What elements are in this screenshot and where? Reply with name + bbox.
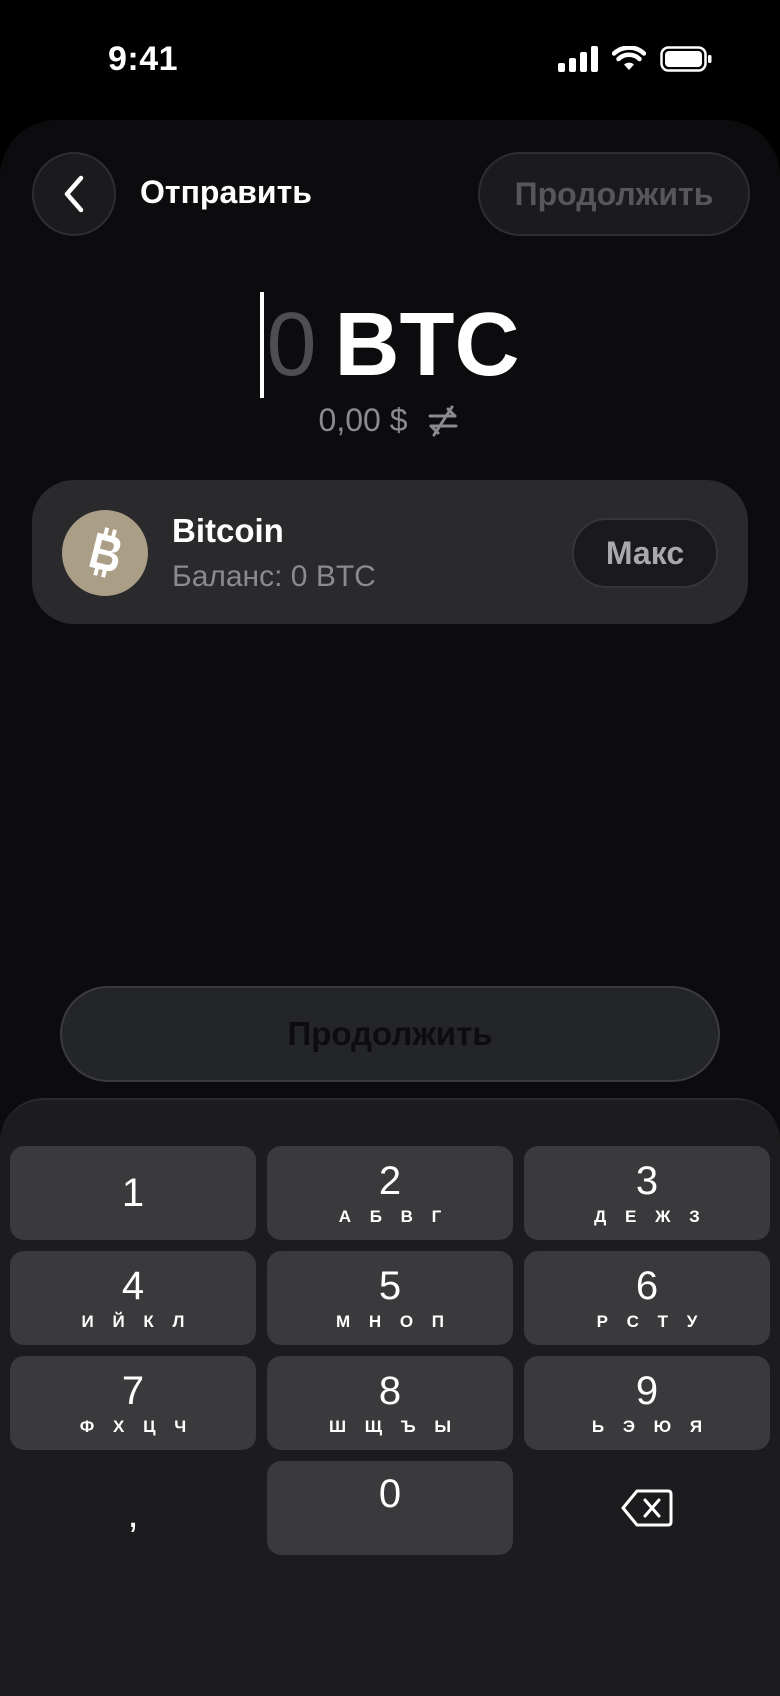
header-continue-button[interactable]: Продолжить — [478, 152, 750, 236]
key-letters: Д Е Ж З — [594, 1207, 707, 1226]
key-digit: 3 — [635, 1159, 659, 1203]
key-2[interactable]: 2 А Б В Г — [267, 1146, 513, 1240]
key-letters: Ш Щ Ъ Ы — [328, 1417, 458, 1436]
key-digit: 1 — [121, 1171, 145, 1215]
key-8[interactable]: 8 Ш Щ Ъ Ы — [267, 1356, 513, 1450]
key-letters: Ь Э Ю Я — [591, 1417, 710, 1436]
fiat-row: 0,00 $ — [0, 402, 780, 439]
page-title: Отправить — [140, 174, 312, 210]
backspace-icon — [621, 1489, 673, 1527]
key-5[interactable]: 5 М Н О П — [267, 1251, 513, 1345]
cellular-signal-icon — [558, 46, 598, 72]
key-digit: 5 — [378, 1264, 402, 1308]
key-6[interactable]: 6 Р С Т У — [524, 1251, 770, 1345]
key-letters: Р С Т У — [596, 1312, 705, 1331]
key-letters: Ф Х Ц Ч — [79, 1417, 194, 1436]
status-time: 9:41 — [108, 40, 179, 78]
key-letters: И Й К Л — [81, 1312, 192, 1331]
key-digit: 8 — [378, 1369, 402, 1413]
amount-unit: BTC — [334, 294, 520, 395]
asset-name: Bitcoin — [172, 512, 284, 549]
swap-currency-icon[interactable] — [425, 404, 461, 438]
max-button[interactable]: Макс — [572, 518, 718, 588]
key-digit: 6 — [635, 1264, 659, 1308]
key-digit: 2 — [378, 1159, 402, 1203]
back-button[interactable] — [32, 152, 116, 236]
asset-balance: Баланс: 0 BTC — [172, 560, 376, 593]
chevron-left-icon — [64, 175, 84, 213]
key-digit: 0 — [378, 1472, 402, 1516]
key-letters: М Н О П — [335, 1312, 452, 1331]
key-4[interactable]: 4 И Й К Л — [10, 1251, 256, 1345]
key-9[interactable]: 9 Ь Э Ю Я — [524, 1356, 770, 1450]
amount-value: 0 — [266, 294, 317, 395]
status-bar: 9:41 — [0, 0, 780, 120]
continue-button[interactable]: Продолжить — [60, 986, 720, 1082]
key-0[interactable]: 0 — [267, 1461, 513, 1555]
text-cursor — [260, 292, 265, 398]
fiat-value: 0,00 $ — [318, 402, 408, 438]
key-1[interactable]: 1 — [10, 1146, 256, 1240]
bitcoin-icon — [62, 510, 148, 596]
asset-card[interactable]: Bitcoin Баланс: 0 BTC Макс — [32, 480, 748, 624]
key-comma[interactable]: , — [10, 1461, 256, 1555]
wifi-icon — [612, 46, 646, 70]
battery-icon — [660, 46, 712, 72]
key-digit: 7 — [121, 1369, 145, 1413]
key-backspace[interactable] — [524, 1461, 770, 1555]
key-letters: А Б В Г — [338, 1207, 449, 1226]
amount-input[interactable]: 0 BTC — [0, 280, 780, 410]
key-digit: 4 — [121, 1264, 145, 1308]
key-7[interactable]: 7 Ф Х Ц Ч — [10, 1356, 256, 1450]
key-3[interactable]: 3 Д Е Ж З — [524, 1146, 770, 1240]
key-comma-label: , — [127, 1492, 139, 1536]
key-digit: 9 — [635, 1369, 659, 1413]
numeric-keypad: 1 2 А Б В Г 3 Д Е Ж З 4 И Й К Л 5 М Н О … — [0, 1098, 780, 1696]
status-icons — [558, 46, 712, 72]
